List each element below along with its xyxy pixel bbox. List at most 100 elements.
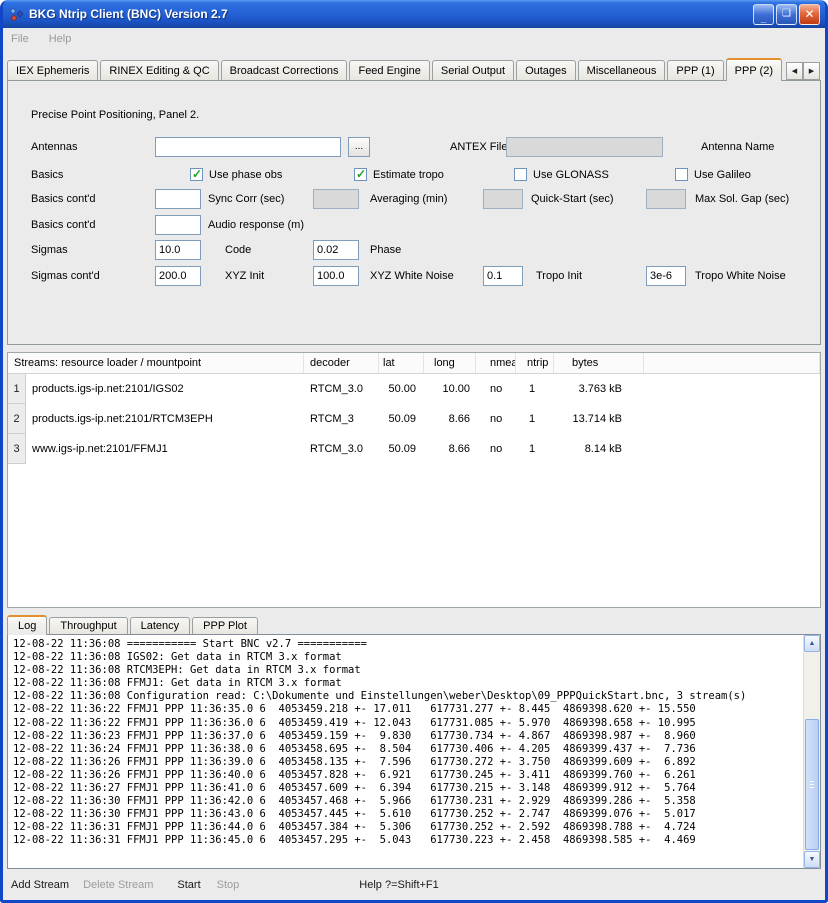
sync-corr-label: Sync Corr (sec) [208, 189, 284, 209]
sigmas-contd-label: Sigmas cont'd [31, 266, 100, 286]
stream-bytes: 3.763 kB [554, 374, 644, 404]
max-sol-gap-input [646, 189, 686, 209]
audio-response-input[interactable] [155, 215, 201, 235]
scroll-up-icon[interactable]: ▲ [804, 635, 820, 652]
stream-decoder: RTCM_3.0 [304, 374, 379, 404]
stream-mountpoint: products.igs-ip.net:2101/IGS02 [26, 374, 304, 404]
xyz-white-noise-label: XYZ White Noise [370, 266, 454, 286]
tab-rinex-editing-qc[interactable]: RINEX Editing & QC [100, 60, 218, 80]
tab-feed-engine[interactable]: Feed Engine [349, 60, 429, 80]
xyz-init-input[interactable] [155, 266, 201, 286]
start-button[interactable]: Start [177, 879, 200, 891]
stop-button[interactable]: Stop [217, 879, 240, 891]
log-line: 12-08-22 11:36:31 FFMJ1 PPP 11:36:44.0 6… [13, 821, 799, 834]
tab-ppp-1[interactable]: PPP (1) [667, 60, 723, 80]
column-header-long[interactable]: long [424, 353, 476, 373]
xyz-white-noise-input[interactable] [313, 266, 359, 286]
quick-start-label: Quick-Start (sec) [531, 189, 614, 209]
titlebar[interactable]: BKG Ntrip Client (BNC) Version 2.7 _ ❏ ✕ [3, 0, 825, 28]
sigma-phase-label: Phase [370, 240, 401, 260]
add-stream-button[interactable]: Add Stream [11, 879, 69, 891]
window-title: BKG Ntrip Client (BNC) Version 2.7 [29, 7, 748, 21]
sync-corr-input[interactable] [155, 189, 201, 209]
basics-row: Basics Use phase obs Estimate tropo Use … [8, 165, 820, 185]
column-header-ntrip[interactable]: ntrip [516, 353, 554, 373]
tab-latency[interactable]: Latency [130, 617, 191, 634]
column-header-decoder[interactable]: decoder [304, 353, 379, 373]
stream-nmea: no [476, 434, 516, 464]
stream-ntrip: 1 [516, 404, 554, 434]
maximize-button[interactable]: ❏ [776, 4, 797, 25]
log-line: 12-08-22 11:36:27 FFMJ1 PPP 11:36:41.0 6… [13, 782, 799, 795]
averaging-input [313, 189, 359, 209]
tab-broadcast-corrections[interactable]: Broadcast Corrections [221, 60, 348, 80]
tab-log[interactable]: Log [7, 615, 47, 635]
column-header-nmea[interactable]: nmea [476, 353, 516, 373]
stream-filler [644, 374, 820, 404]
stream-long: 8.66 [424, 434, 476, 464]
column-header-lat[interactable]: lat [379, 353, 424, 373]
menu-help[interactable]: Help [49, 33, 72, 45]
antenna-name-label: Antenna Name [701, 137, 774, 157]
antex-file-input[interactable] [155, 137, 341, 157]
column-header-streams[interactable]: Streams: resource loader / mountpoint [8, 353, 304, 373]
tropo-white-noise-label: Tropo White Noise [695, 266, 786, 286]
sigma-phase-input[interactable] [313, 240, 359, 260]
stream-nmea: no [476, 374, 516, 404]
streams-table: Streams: resource loader / mountpoint de… [7, 352, 821, 608]
stream-mountpoint: products.igs-ip.net:2101/RTCM3EPH [26, 404, 304, 434]
tab-ppp-plot[interactable]: PPP Plot [192, 617, 258, 634]
menubar: File Help [3, 28, 825, 50]
tropo-white-noise-input[interactable] [646, 266, 686, 286]
bottom-bar: Add Stream Delete Stream Start Stop Help… [3, 869, 825, 900]
log-output: 12-08-22 11:36:08 =========== Start BNC … [13, 638, 799, 866]
tab-serial-output[interactable]: Serial Output [432, 60, 514, 80]
basics-contd-row: Basics cont'd Sync Corr (sec) Averaging … [8, 189, 820, 209]
ppp-panel-2: Precise Point Positioning, Panel 2. Ante… [7, 80, 821, 345]
column-header-bytes[interactable]: bytes [554, 353, 644, 373]
menu-file[interactable]: File [11, 33, 29, 45]
sigmas-contd-row: Sigmas cont'd XYZ Init XYZ White Noise T… [8, 266, 820, 286]
sigma-code-input[interactable] [155, 240, 201, 260]
delete-stream-button[interactable]: Delete Stream [83, 879, 153, 891]
scrollbar-thumb[interactable] [805, 719, 819, 850]
use-glonass-label: Use GLONASS [533, 165, 609, 185]
use-phase-obs-checkbox[interactable] [190, 168, 203, 181]
panel-description: Precise Point Positioning, Panel 2. [31, 109, 199, 121]
streams-table-header: Streams: resource loader / mountpoint de… [8, 353, 820, 374]
log-scrollbar[interactable]: ▲ ▼ [803, 635, 820, 868]
log-line: 12-08-22 11:36:08 Configuration read: C:… [13, 690, 799, 703]
app-icon [8, 6, 24, 22]
scroll-down-icon[interactable]: ▼ [804, 851, 820, 868]
column-header-filler [644, 353, 820, 373]
tab-miscellaneous[interactable]: Miscellaneous [578, 60, 666, 80]
tropo-init-label: Tropo Init [536, 266, 582, 286]
row-number[interactable]: 3 [8, 434, 26, 464]
stream-nmea: no [476, 404, 516, 434]
use-galileo-checkbox[interactable] [675, 168, 688, 181]
tab-ppp-2[interactable]: PPP (2) [726, 58, 782, 81]
stream-row[interactable]: 2 products.igs-ip.net:2101/RTCM3EPH RTCM… [8, 404, 820, 434]
stream-row[interactable]: 1 products.igs-ip.net:2101/IGS02 RTCM_3.… [8, 374, 820, 404]
tab-scroll-right-icon[interactable]: ▶ [803, 62, 820, 80]
tab-throughput[interactable]: Throughput [49, 617, 127, 634]
minimize-button[interactable]: _ [753, 4, 774, 25]
tab-iex-ephemeris[interactable]: IEX Ephemeris [7, 60, 98, 80]
stream-lat: 50.09 [379, 434, 424, 464]
log-line: 12-08-22 11:36:30 FFMJ1 PPP 11:36:42.0 6… [13, 795, 799, 808]
estimate-tropo-checkbox[interactable] [354, 168, 367, 181]
stream-lat: 50.09 [379, 404, 424, 434]
row-number[interactable]: 2 [8, 404, 26, 434]
tab-scroll-left-icon[interactable]: ◀ [786, 62, 803, 80]
close-button[interactable]: ✕ [799, 4, 820, 25]
log-line: 12-08-22 11:36:24 FFMJ1 PPP 11:36:38.0 6… [13, 743, 799, 756]
audio-response-label: Audio response (m) [208, 215, 304, 235]
antex-browse-button[interactable]: ... [348, 137, 370, 157]
stream-row[interactable]: 3 www.igs-ip.net:2101/FFMJ1 RTCM_3.0 50.… [8, 434, 820, 464]
stream-ntrip: 1 [516, 434, 554, 464]
tropo-init-input[interactable] [483, 266, 523, 286]
tab-outages[interactable]: Outages [516, 60, 576, 80]
row-number[interactable]: 1 [8, 374, 26, 404]
log-line: 12-08-22 11:36:08 IGS02: Get data in RTC… [13, 651, 799, 664]
use-glonass-checkbox[interactable] [514, 168, 527, 181]
